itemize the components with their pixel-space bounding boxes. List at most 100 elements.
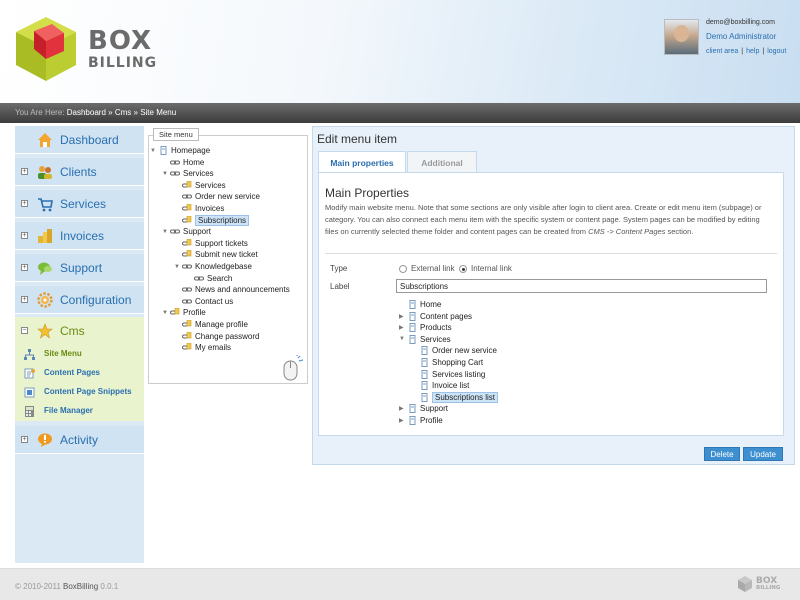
logo[interactable]: BOX BILLING xyxy=(14,14,164,84)
tree-item[interactable]: ▼ Services xyxy=(162,168,214,179)
breadcrumb-dashboard[interactable]: Dashboard xyxy=(67,108,106,117)
expand-icon[interactable]: + xyxy=(21,296,28,303)
tree-toggle-icon[interactable]: ▼ xyxy=(150,148,158,154)
tree-item[interactable]: Subscriptions xyxy=(174,214,250,226)
tree-item-label: Support tickets xyxy=(195,238,248,248)
tree-item[interactable]: ▶ Profile xyxy=(399,415,443,426)
breadcrumb-site-menu[interactable]: Site Menu xyxy=(140,108,176,117)
tree-item[interactable]: ▼ Homepage xyxy=(150,145,210,156)
sidebar-item-support[interactable]: + Support xyxy=(15,254,144,282)
user-links: client area | help | logout xyxy=(706,48,787,55)
tree-item[interactable]: ▼ Knowledgebase xyxy=(174,261,252,272)
tree-item-label: Products xyxy=(420,323,452,333)
sidebar-subitem-file-manager[interactable]: File Manager xyxy=(15,402,144,421)
page-link-icon xyxy=(182,343,192,350)
tab-additional[interactable]: Additional xyxy=(407,151,477,172)
tree-toggle-icon[interactable]: ▶ xyxy=(399,405,407,412)
sidebar-item-clients[interactable]: + Clients xyxy=(15,158,144,186)
tree-item[interactable]: Services xyxy=(174,180,226,191)
tree-item[interactable]: Home xyxy=(162,157,204,168)
tree-toggle-icon[interactable]: ▼ xyxy=(162,171,170,177)
tree-item[interactable]: Invoice list xyxy=(411,380,469,391)
expand-icon[interactable]: + xyxy=(21,436,28,443)
link-icon xyxy=(182,194,192,199)
tree-item[interactable]: Subscriptions list xyxy=(411,391,499,403)
update-button[interactable]: Update xyxy=(743,447,783,461)
tree-toggle-icon[interactable]: ▼ xyxy=(162,310,170,316)
tree-toggle-icon[interactable]: ▼ xyxy=(162,229,170,235)
user-name[interactable]: Demo Administrator xyxy=(706,32,776,41)
logo-text: BOX BILLING xyxy=(88,28,157,70)
tree-toggle-icon[interactable]: ▼ xyxy=(174,264,182,270)
page-icon xyxy=(421,392,428,402)
sidebar-item-services[interactable]: + Services xyxy=(15,190,144,218)
sidebar-subitem-site-menu[interactable]: Site Menu xyxy=(15,345,144,364)
page-link-icon xyxy=(182,331,192,339)
breadcrumb: You Are Here: Dashboard » Cms » Site Men… xyxy=(0,103,800,123)
tree-item-label: Home xyxy=(420,300,442,309)
tree-item[interactable]: ▶ Support xyxy=(399,403,448,414)
expand-icon[interactable]: + xyxy=(21,168,28,175)
tree-item[interactable]: Contact us xyxy=(174,296,233,307)
sidebar-subitem-content-page-snippets[interactable]: Content Page Snippets xyxy=(15,383,144,402)
delete-button[interactable]: Delete xyxy=(704,447,740,461)
tree-item[interactable]: Manage profile xyxy=(174,319,248,330)
tree-item[interactable]: ▼ Services xyxy=(399,334,451,345)
expand-icon[interactable]: + xyxy=(21,200,28,207)
link-icon xyxy=(182,264,192,269)
tree-item[interactable]: Order new service xyxy=(411,345,497,356)
sidebar-item-configuration[interactable]: + Configuration xyxy=(15,286,144,314)
tree-toggle-icon[interactable]: ▶ xyxy=(399,417,407,424)
sidebar-item-dashboard[interactable]: Dashboard xyxy=(15,126,144,154)
client-area-link[interactable]: client area xyxy=(706,48,738,55)
coins-icon xyxy=(38,229,52,243)
radio-dot-checked[interactable] xyxy=(459,264,467,273)
internal-link-radio[interactable]: Internal link xyxy=(459,264,512,273)
tree-item[interactable]: ▶ Content pages xyxy=(399,311,472,322)
tree-item[interactable]: ▶ Products xyxy=(399,322,452,333)
product-name[interactable]: BoxBilling xyxy=(63,582,98,591)
tree-item[interactable]: Home xyxy=(399,299,441,310)
radio-dot[interactable] xyxy=(399,264,407,273)
help-link[interactable]: help xyxy=(746,48,759,55)
tree-item[interactable]: Invoices xyxy=(174,203,224,214)
tree-item[interactable]: ▼ Support xyxy=(162,226,211,237)
header: BOX BILLING demo@boxbilling.com Demo Adm… xyxy=(0,0,800,103)
sidebar-item-activity[interactable]: + Activity xyxy=(15,426,144,454)
label-input[interactable] xyxy=(396,279,767,293)
site-menu-legend: Site menu xyxy=(153,128,199,141)
page-icon xyxy=(421,381,428,391)
page-icon xyxy=(421,346,428,356)
sidebar-item-invoices[interactable]: + Invoices xyxy=(15,222,144,250)
expand-icon[interactable]: + xyxy=(21,232,28,239)
tree-item[interactable]: Submit new ticket xyxy=(174,249,258,260)
sidebar-subitem-content-pages[interactable]: Content Pages xyxy=(15,364,144,383)
tree-item[interactable]: My emails xyxy=(174,342,231,353)
tree-toggle-icon[interactable]: ▼ xyxy=(399,336,407,342)
tree-toggle-icon[interactable]: ▶ xyxy=(399,313,407,320)
page-icon xyxy=(409,311,416,321)
tree-item-label: Profile xyxy=(183,308,206,318)
tree-item-label: Subscriptions xyxy=(195,214,250,226)
expand-icon[interactable]: + xyxy=(21,264,28,271)
tree-item[interactable]: Services listing xyxy=(411,369,485,380)
avatar[interactable] xyxy=(664,19,699,55)
tree-item[interactable]: Change password xyxy=(174,331,259,342)
tree-toggle-icon[interactable]: ▶ xyxy=(399,324,407,331)
tree-item[interactable]: Search xyxy=(186,273,232,284)
radio-label: External link xyxy=(411,264,455,273)
tab-main-properties[interactable]: Main properties xyxy=(318,151,406,172)
tree-item[interactable]: Shopping Cart xyxy=(411,357,483,368)
tree-item[interactable]: ▼ Profile xyxy=(162,307,206,318)
tree-item[interactable]: News and announcements xyxy=(174,284,290,295)
sidebar-item-cms-header[interactable]: − Cms xyxy=(15,317,144,345)
sidebar-item-label: Cms xyxy=(60,324,85,338)
external-link-radio[interactable]: External link xyxy=(399,264,455,273)
collapse-icon[interactable]: − xyxy=(21,327,28,334)
logout-link[interactable]: logout xyxy=(767,48,786,55)
breadcrumb-cms[interactable]: Cms xyxy=(115,108,131,117)
chat-icon xyxy=(38,262,52,275)
tree-item[interactable]: Support tickets xyxy=(174,238,248,249)
tree-item-label: Order new service xyxy=(432,346,497,356)
tree-item[interactable]: Order new service xyxy=(174,191,260,202)
